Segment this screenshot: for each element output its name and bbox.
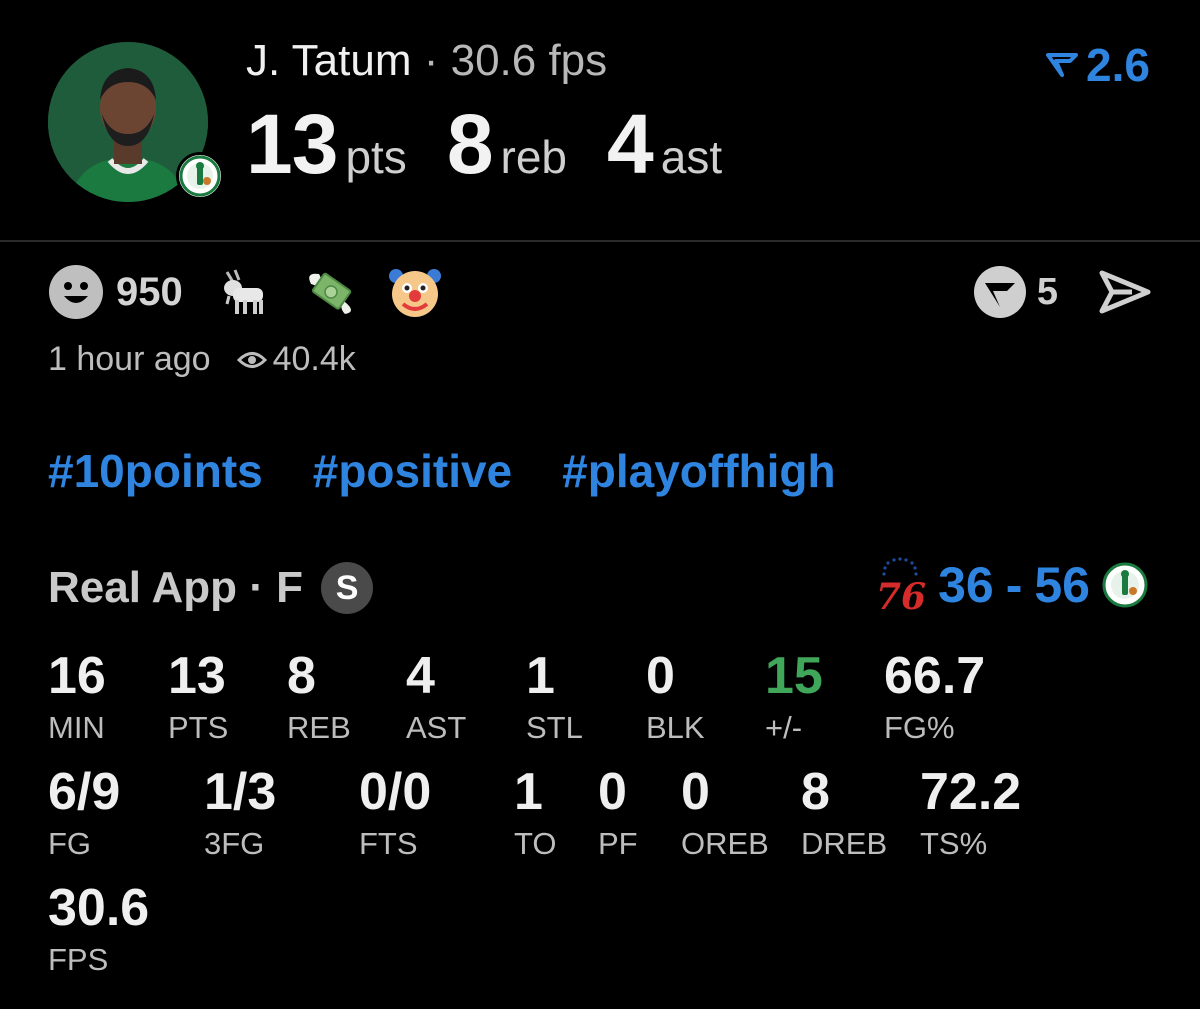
stat-label: BLK xyxy=(646,710,705,745)
stat-ts-pct: 72.2 TS% xyxy=(920,766,1021,859)
stat-value: 30.6 xyxy=(48,879,150,937)
stat-label: FPS xyxy=(48,942,109,977)
points-value: 13 xyxy=(246,97,338,191)
stat-value: 0/0 xyxy=(359,763,432,821)
stat-plus-minus: 15 +/- xyxy=(765,650,823,743)
reactions-bar: 950 xyxy=(48,262,471,322)
headline-stats: 13 pts 8 reb 4 ast xyxy=(246,96,762,193)
stat-label: PTS xyxy=(168,710,229,745)
stat-reb: 8 REB xyxy=(287,650,351,743)
stat-value: 16 xyxy=(48,647,106,705)
stat-label: +/- xyxy=(765,710,803,745)
eye-icon xyxy=(236,351,267,368)
stat-value: 66.7 xyxy=(884,647,986,705)
stat-blk: 0 BLK xyxy=(646,650,705,743)
hashtag-link[interactable]: #positive xyxy=(313,444,512,498)
money-with-wings-emoji-icon[interactable] xyxy=(303,264,359,320)
stat-label: AST xyxy=(406,710,467,745)
source-badge: S xyxy=(321,562,374,614)
stat-min: 16 MIN xyxy=(48,650,106,743)
rebounds-value: 8 xyxy=(446,97,494,191)
stat-value: 72.2 xyxy=(920,763,1022,821)
stat-value: 1 xyxy=(526,647,555,705)
stat-label: FTS xyxy=(359,826,418,861)
stat-label: REB xyxy=(287,710,351,745)
game-score[interactable]: 76 36-56 xyxy=(874,556,1148,614)
stat-fps: 30.6 FPS xyxy=(48,882,149,975)
player-fps: 30.6 fps xyxy=(450,36,608,85)
stat-value: 1/3 xyxy=(204,763,277,821)
stat-value: 4 xyxy=(406,647,435,705)
share-send-icon[interactable] xyxy=(1098,269,1152,315)
stat-value: 13 xyxy=(168,647,226,705)
comment-chevron-icon[interactable] xyxy=(973,265,1027,319)
rating-chevron-icon xyxy=(1046,53,1079,77)
header-divider xyxy=(0,240,1200,242)
assists-unit: ast xyxy=(660,131,723,183)
stat-value: 8 xyxy=(801,763,830,821)
hashtags: #10points #positive #playoffhigh xyxy=(48,444,836,498)
clown-emoji-icon[interactable] xyxy=(387,264,443,320)
sixers-logo-icon: 76 xyxy=(876,557,926,613)
stat-value: 0 xyxy=(681,763,710,821)
goat-emoji-icon[interactable] xyxy=(219,264,275,320)
home-score: 56 xyxy=(1034,557,1090,613)
stat-label: MIN xyxy=(48,710,105,745)
stat-stl: 1 STL xyxy=(526,650,583,743)
stat-to: 1 TO xyxy=(514,766,557,859)
stat-ast: 4 AST xyxy=(406,650,466,743)
title-separator: · xyxy=(411,36,451,85)
player-title[interactable]: J. Tatum · 30.6 fps xyxy=(246,36,607,86)
assists-value: 4 xyxy=(607,97,654,191)
smile-reaction-count: 950 xyxy=(116,269,183,314)
stat-dreb: 8 DREB xyxy=(801,766,887,859)
smile-reaction-icon[interactable] xyxy=(48,264,104,320)
stat-label: FG% xyxy=(884,710,955,745)
stat-fg-pct: 66.7 FG% xyxy=(884,650,985,743)
hashtag-link[interactable]: #10points xyxy=(48,444,263,498)
views-count: 40.4k xyxy=(272,340,356,378)
hashtag-link[interactable]: #playoffhigh xyxy=(562,444,835,498)
rebounds-unit: reb xyxy=(500,131,568,183)
stat-value: 8 xyxy=(287,647,316,705)
svg-text:76: 76 xyxy=(876,576,926,613)
score-dash: - xyxy=(1005,557,1023,613)
stat-label: OREB xyxy=(681,826,769,861)
post-meta: 1 hour ago 40.4k xyxy=(48,340,356,379)
stat-label: DREB xyxy=(801,826,888,861)
stat-3fg: 1/3 3FG xyxy=(204,766,276,859)
player-name[interactable]: J. Tatum xyxy=(246,36,411,85)
stat-label: TO xyxy=(514,826,557,861)
stat-label: TS% xyxy=(920,826,988,861)
away-score: 36 xyxy=(938,557,994,613)
source-label: Real App · F xyxy=(48,563,304,612)
stat-pts: 13 PTS xyxy=(168,650,228,743)
stat-fts: 0/0 FTS xyxy=(359,766,431,859)
stat-value: 0 xyxy=(646,647,675,705)
stat-label: FG xyxy=(48,826,92,861)
stat-label: 3FG xyxy=(204,826,265,861)
rating-badge[interactable]: 2.6 xyxy=(1046,38,1150,92)
stat-label: STL xyxy=(526,710,583,745)
post-actions: 5 xyxy=(973,262,1152,322)
stat-value: 1 xyxy=(514,763,543,821)
stat-value: 15 xyxy=(765,647,823,705)
celtics-logo-icon xyxy=(1102,562,1148,608)
points-unit: pts xyxy=(345,131,407,183)
stat-value: 6/9 xyxy=(48,763,121,821)
comments-count: 5 xyxy=(1036,270,1058,313)
stat-pf: 0 PF xyxy=(598,766,638,859)
stat-label: PF xyxy=(598,826,638,861)
stat-oreb: 0 OREB xyxy=(681,766,769,859)
views: 40.4k xyxy=(236,340,356,379)
stat-fg: 6/9 FG xyxy=(48,766,120,859)
stat-value: 0 xyxy=(598,763,627,821)
rating-value: 2.6 xyxy=(1086,39,1150,91)
celtics-logo-icon xyxy=(176,152,224,200)
stats-source: Real App · F S xyxy=(48,562,374,614)
time-ago: 1 hour ago xyxy=(48,340,211,378)
